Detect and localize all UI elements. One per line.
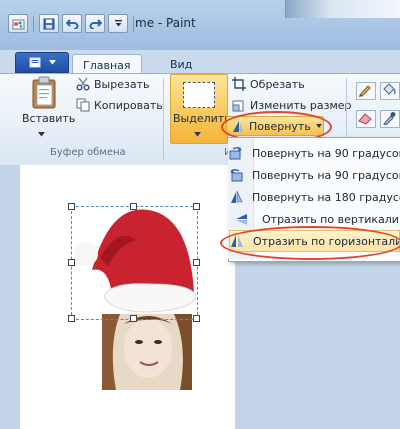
window-title: me - Paint	[135, 16, 196, 30]
menu-item-rotate-90-right[interactable]: Повернуть на 90 градусов	[229, 142, 400, 164]
paste-dropdown-chevron-icon[interactable]	[38, 127, 45, 140]
highlight-oval-flip-horizontal	[220, 226, 400, 260]
paste-label: Вставить	[22, 112, 76, 125]
tab-home[interactable]: Главная	[72, 54, 142, 75]
menu-item-label: Повернуть на 180 градусов	[252, 190, 400, 204]
copy-label: Копировать	[94, 98, 163, 112]
resize-handle[interactable]	[68, 259, 75, 266]
crop-icon	[232, 77, 246, 91]
resize-handle[interactable]	[68, 203, 75, 210]
file-menu-button[interactable]	[15, 52, 69, 73]
customize-toolbar-chevron-icon[interactable]	[108, 14, 128, 33]
redo-icon[interactable]	[85, 14, 105, 33]
resize-handle[interactable]	[68, 315, 75, 322]
background-window-glimpse	[285, 0, 400, 18]
save-icon[interactable]	[39, 14, 59, 33]
eraser-icon[interactable]	[356, 110, 376, 128]
resize-handle[interactable]	[130, 315, 137, 322]
clipboard-group-label: Буфер обмена	[50, 147, 126, 158]
toolbar-divider	[133, 15, 134, 32]
resize-handle[interactable]	[193, 259, 200, 266]
toolbar-divider	[33, 15, 34, 32]
resize-label: Изменить размер	[250, 98, 352, 112]
selection-rectangle-icon	[183, 82, 215, 108]
menu-item-label: Повернуть на 90 градусов	[252, 168, 400, 182]
rotate-right-90-icon	[229, 146, 243, 160]
quick-access-toolbar	[8, 14, 136, 33]
selection-marquee[interactable]	[71, 206, 198, 320]
flip-vertical-icon	[229, 212, 253, 226]
rotate-180-icon	[229, 190, 243, 204]
fill-bucket-icon[interactable]	[380, 82, 400, 100]
resize-handle[interactable]	[193, 315, 200, 322]
clipboard-icon	[32, 76, 56, 109]
rotate-left-90-icon	[229, 168, 243, 182]
menu-item-label: Отразить по вертикали	[262, 212, 399, 226]
chevron-down-icon	[48, 60, 56, 65]
group-divider	[163, 78, 164, 160]
crop-button[interactable]: Обрезать	[232, 77, 305, 91]
scissors-icon	[76, 77, 90, 91]
copy-button[interactable]: Копировать	[76, 98, 163, 112]
menu-item-label: Повернуть на 90 градусов	[252, 146, 400, 160]
resize-handle[interactable]	[193, 203, 200, 210]
tab-view-label: Вид	[170, 57, 193, 71]
tab-home-label: Главная	[83, 58, 131, 72]
crop-label: Обрезать	[250, 77, 305, 91]
select-dropdown-chevron-icon[interactable]	[194, 127, 201, 140]
menu-item-rotate-90-left[interactable]: Повернуть на 90 градусов	[229, 164, 400, 186]
paste-button[interactable]	[30, 76, 58, 113]
cut-button[interactable]: Вырезать	[76, 77, 149, 91]
pencil-icon[interactable]	[356, 82, 376, 100]
file-menu-icon	[29, 57, 40, 68]
color-picker-icon[interactable]	[380, 110, 400, 128]
paint-app-icon[interactable]	[8, 14, 28, 33]
cut-label: Вырезать	[94, 77, 150, 91]
resize-button[interactable]: Изменить размер	[232, 98, 352, 112]
undo-icon[interactable]	[62, 14, 82, 33]
resize-handle[interactable]	[130, 203, 137, 210]
face-photo	[102, 314, 192, 390]
menu-item-rotate-180[interactable]: Повернуть на 180 градусов	[229, 186, 400, 208]
resize-icon	[232, 100, 244, 112]
copy-icon	[76, 98, 90, 112]
tab-view[interactable]: Вид	[160, 54, 202, 74]
